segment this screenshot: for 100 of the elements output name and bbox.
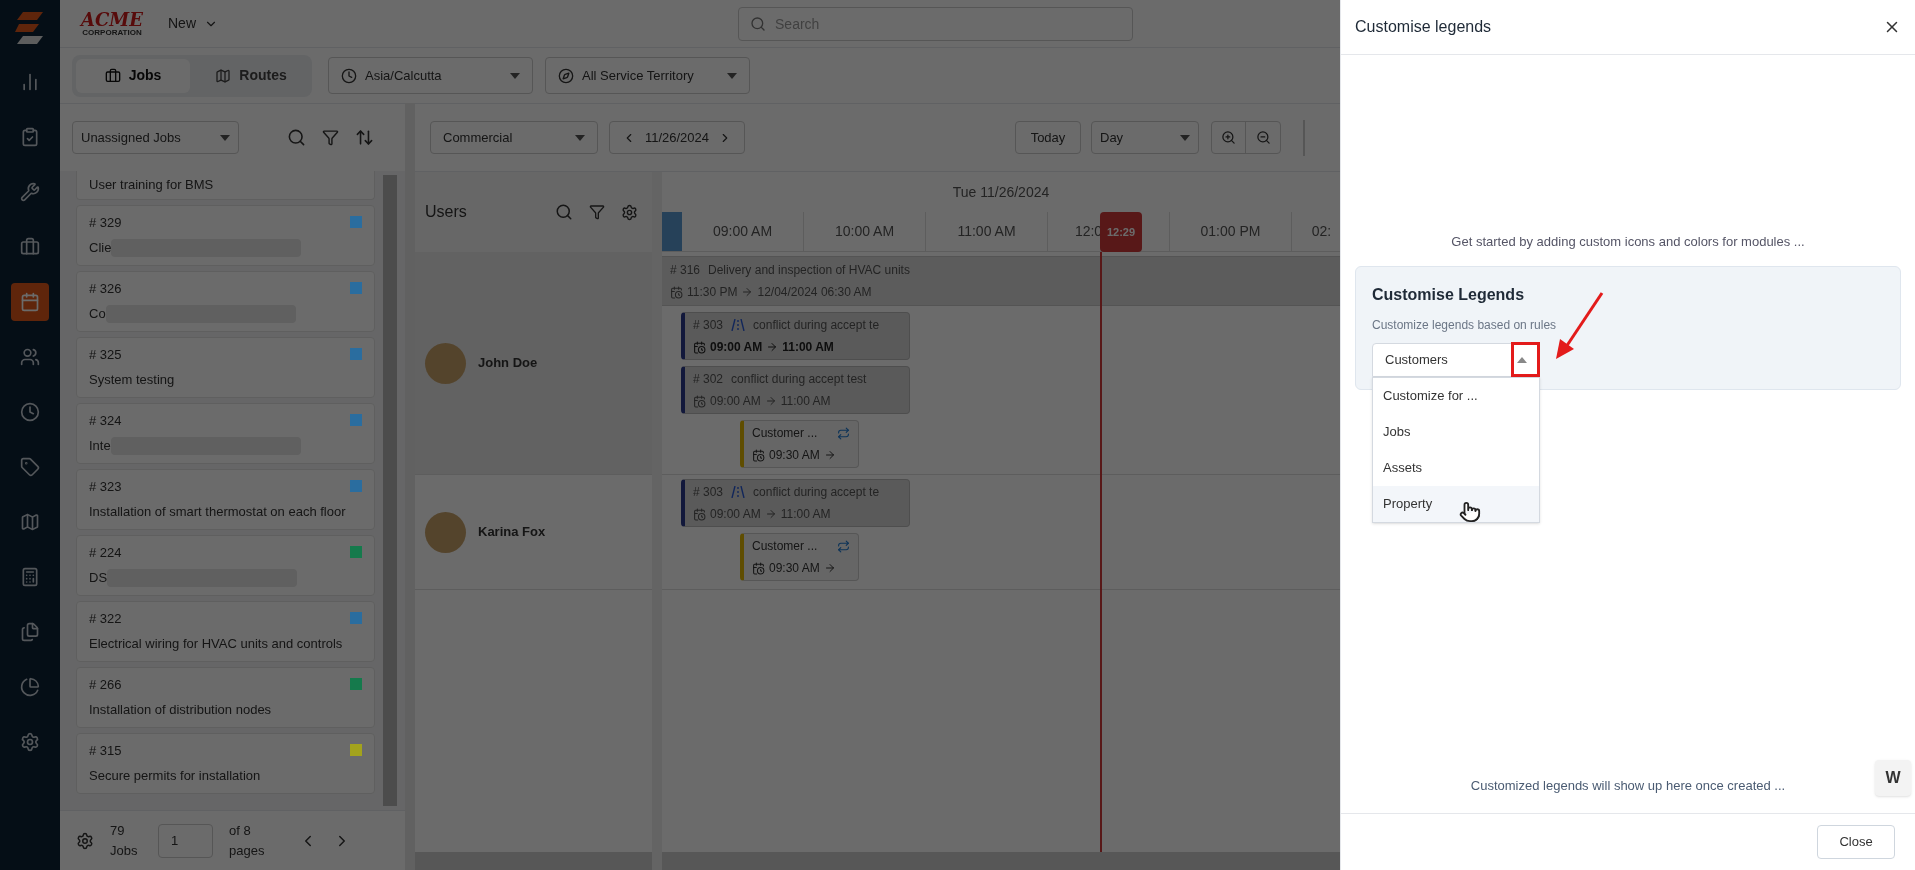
arrow-icon [741,286,754,298]
user-name: John Doe [478,354,538,373]
job-card[interactable]: # 324 Inte [76,402,375,464]
map-icon [215,67,232,84]
annotation-arrow [1554,290,1606,361]
job-title: Installation of distribution nodes [89,701,272,719]
filter-icon[interactable] [589,204,605,220]
start-time: 09:30 AM [769,447,820,464]
job-number: # 224 [89,543,122,562]
job-card[interactable]: # 329 Clie [76,204,375,266]
job-filter-select[interactable]: Unassigned Jobs [72,121,239,154]
bar-chart-icon [20,72,40,92]
sort-icon[interactable] [355,128,374,147]
job-card[interactable]: # 315 Secure permits for installation [76,732,375,794]
drawer-title: Customise legends [1355,17,1492,37]
close-button[interactable]: Close [1817,825,1895,859]
start-time: 09:00 AM [710,339,763,356]
page-input[interactable]: 1 [158,823,213,858]
job-card[interactable]: # 325 System testing [76,336,375,398]
hour-label: 09:00 AM [712,222,773,241]
annotation-box [1511,341,1540,377]
job-card[interactable]: # 224 DS [76,534,375,596]
calendar-clock-icon [752,561,765,575]
job-title: Delivery and inspection of HVAC units [708,262,910,279]
dropdown-option[interactable]: Customize for ... [1373,377,1539,414]
user-name: Karina Fox [478,523,546,542]
filter-icon[interactable] [322,129,339,146]
start-time: 11:30 PM [687,284,738,301]
view-select[interactable]: Day [1091,121,1199,154]
settings-icon[interactable] [621,203,638,221]
job-card[interactable]: # 323 Installation of smart thermostat on each floor [76,468,375,530]
dropdown-option[interactable]: Jobs [1373,413,1539,450]
calendar-icon [20,292,40,312]
nav-item[interactable] [11,283,49,321]
job-number: # 266 [89,675,122,694]
arrow-icon [823,449,836,461]
job-number: # 325 [89,345,122,364]
dropdown-option[interactable]: Property [1373,485,1539,522]
tools-icon [20,182,40,202]
job-card[interactable]: # 266 Installation of distribution nodes [76,666,375,728]
view-tab[interactable]: Jobs [76,58,190,93]
caret-icon [575,134,585,141]
date-navigator[interactable]: 11/26/2024 [609,121,745,154]
widget-button[interactable]: W [1875,760,1911,796]
module-select[interactable]: Customers [1372,342,1540,377]
task-card[interactable]: Customer ... 09:30 AM [740,420,859,468]
today-button[interactable]: Today [1015,121,1081,154]
task-card[interactable]: Customer ... 09:30 AM [740,533,859,581]
repeat-icon [837,426,850,440]
settings-icon[interactable] [76,831,94,850]
intro-text: Get started by adding custom icons and colors for modules ... [1450,233,1806,251]
modal-backdrop[interactable] [0,0,1340,870]
job-title: DS [89,569,108,587]
end-time: 11:00 AM [782,339,834,356]
clipboard-check-icon [20,127,40,147]
caret-icon [1517,356,1527,363]
job-number: # 326 [89,279,122,298]
start-time: 09:30 AM [769,560,820,577]
pie-chart-icon [20,677,40,697]
users-title: Users [425,202,467,222]
job-number: # 316 [670,262,701,279]
date-label: 11/26/2024 [644,128,710,147]
search-icon [750,15,766,32]
logo-icon [15,12,45,46]
footer-note: Customized legends will show up here once created ... [1470,776,1786,795]
scrollbar[interactable] [662,852,1340,870]
tag-icon [20,457,40,477]
job-card[interactable]: User training for BMS [76,171,375,200]
task-title: Customer ... [752,538,818,555]
job-bar[interactable]: # 316 Delivery and inspection of HVAC units 11:30 PM 12/04/2024 06:30 AM [662,256,1340,306]
search-icon[interactable] [555,203,573,221]
company-logo[interactable]: ACME CORPORATION [76,10,148,37]
territory-select[interactable]: All Service Territory [545,57,750,94]
job-card[interactable]: # 326 Co [76,270,375,332]
category-select[interactable]: Commercial [430,121,598,154]
job-card[interactable]: # 322 Electrical wiring for HVAC units and controls [76,600,375,662]
briefcase-icon [104,67,121,84]
calendar-clock-icon [693,394,706,408]
card-subtitle: Customize legends based on rules [1372,316,1558,334]
job-count: 79 Jobs [110,821,139,860]
settings-icon [20,732,40,752]
hour-label: 02: [1311,222,1332,241]
view-tab[interactable]: Routes [194,58,308,93]
job-number: # 322 [89,609,122,628]
scrollbar[interactable] [383,175,397,806]
search-icon[interactable] [287,128,306,147]
hour-label: 10:00 AM [834,222,895,241]
calendar-clock-icon [693,340,706,354]
end-time: 12/04/2024 06:30 AM [757,284,872,301]
job-number: # 323 [89,477,122,496]
compass-icon [558,67,574,84]
dropdown-option[interactable]: Assets [1373,449,1539,486]
map-icon [20,512,40,532]
zoom-out-icon [1255,130,1271,145]
timezone-select[interactable]: Asia/Calcutta [328,57,533,94]
repeat-icon [837,539,850,553]
job-title: Inte [89,437,111,455]
calendar-clock-icon [752,448,765,462]
new-menu-button[interactable]: New [168,13,218,34]
job-title: Secure permits for installation [89,767,261,785]
